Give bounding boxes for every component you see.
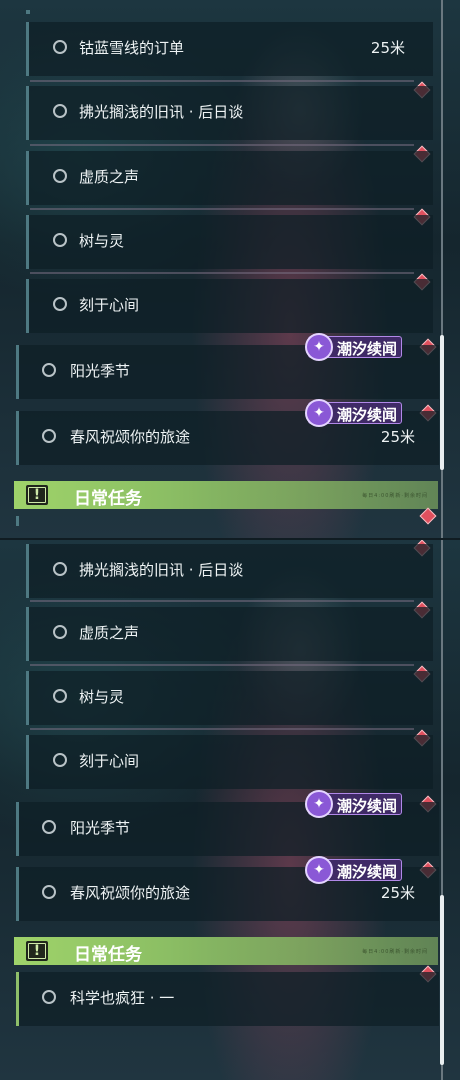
daily-refresh-note: 每日4:00刷新·剩余时间	[362, 949, 428, 955]
row-separator	[30, 144, 414, 146]
quest-title: 阳光季节	[70, 362, 131, 380]
quest-status-circle-icon	[42, 990, 56, 1004]
quest-title: 科学也疯狂 · 一	[70, 989, 175, 1007]
quest-title: 拂光搁浅的旧讯 · 后日谈	[79, 561, 244, 579]
quest-status-circle-icon	[53, 562, 67, 576]
quest-title: 树与灵	[79, 232, 125, 250]
daily-tasks-title: 日常任务	[74, 489, 142, 509]
quest-distance: 25米	[380, 428, 415, 446]
row-separator	[30, 272, 414, 274]
quest-row[interactable]: 树与灵	[26, 215, 433, 269]
quest-title: 刻于心间	[79, 752, 140, 770]
track-marker-icon[interactable]	[419, 507, 437, 525]
quest-status-circle-icon	[42, 429, 56, 443]
scrollbar-thumb[interactable]	[440, 335, 444, 470]
daily-tasks-header[interactable]: ! 日常任务 每日4:00刷新·剩余时间	[14, 937, 438, 965]
row-separator	[30, 664, 414, 666]
alert-icon: !	[26, 485, 48, 505]
badge-label: 潮汐续闻	[337, 797, 398, 815]
quest-row[interactable]: 刻于心间	[26, 279, 433, 333]
row-separator	[30, 600, 414, 602]
quest-title: 拂光搁浅的旧讯 · 后日谈	[79, 103, 244, 121]
quest-list-panel-bottom: 拂光搁浅的旧讯 · 后日谈 虚质之声 树与灵 刻于心间 阳光季节 ✦ 潮汐续闻 …	[0, 540, 460, 1080]
daily-refresh-note: 每日4:00刷新·剩余时间	[362, 493, 428, 499]
tide-story-badge: ✦ 潮汐续闻	[305, 790, 402, 818]
badge-label: 潮汐续闻	[337, 340, 398, 358]
quest-row[interactable]: 虚质之声	[26, 151, 433, 205]
quest-status-circle-icon	[53, 689, 67, 703]
quest-row[interactable]: 科学也疯狂 · 一	[16, 972, 439, 1026]
row-separator	[30, 208, 414, 210]
tide-story-icon: ✦	[305, 333, 333, 361]
row-separator	[30, 728, 414, 730]
quest-status-circle-icon	[53, 233, 67, 247]
badge-label: 潮汐续闻	[337, 863, 398, 881]
tide-story-icon: ✦	[305, 790, 333, 818]
quest-distance: 25米	[370, 39, 405, 57]
badge-label: 潮汐续闻	[337, 406, 398, 424]
row-edge	[26, 10, 30, 14]
quest-title: 树与灵	[79, 688, 125, 706]
quest-row[interactable]: 拂光搁浅的旧讯 · 后日谈	[26, 86, 433, 140]
tide-story-badge: ✦ 潮汐续闻	[305, 856, 402, 884]
tide-story-icon: ✦	[305, 856, 333, 884]
quest-title: 刻于心间	[79, 296, 140, 314]
quest-status-circle-icon	[53, 753, 67, 767]
row-edge	[16, 516, 19, 526]
daily-tasks-header[interactable]: ! 日常任务 每日4:00刷新·剩余时间	[14, 481, 438, 509]
quest-distance: 25米	[380, 884, 415, 902]
quest-title: 虚质之声	[79, 168, 140, 186]
quest-row[interactable]: 拂光搁浅的旧讯 · 后日谈	[26, 544, 433, 598]
quest-status-circle-icon	[42, 363, 56, 377]
quest-status-circle-icon	[42, 820, 56, 834]
quest-title: 春风祝颂你的旅途	[70, 884, 191, 902]
quest-title: 虚质之声	[79, 624, 140, 642]
quest-status-circle-icon	[53, 297, 67, 311]
quest-status-circle-icon	[53, 169, 67, 183]
quest-status-circle-icon	[53, 104, 67, 118]
quest-title: 春风祝颂你的旅途	[70, 428, 191, 446]
quest-status-circle-icon	[53, 625, 67, 639]
daily-tasks-title: 日常任务	[74, 945, 142, 965]
quest-row[interactable]: 树与灵	[26, 671, 433, 725]
tide-story-icon: ✦	[305, 399, 333, 427]
quest-row[interactable]: 刻于心间	[26, 735, 433, 789]
quest-row[interactable]: 钴蓝雪线的订单 25米	[26, 22, 433, 76]
quest-row[interactable]: 虚质之声	[26, 607, 433, 661]
quest-status-circle-icon	[53, 40, 67, 54]
row-separator	[30, 80, 414, 82]
quest-title: 钴蓝雪线的订单	[79, 39, 185, 57]
tide-story-badge: ✦ 潮汐续闻	[305, 399, 402, 427]
quest-status-circle-icon	[42, 885, 56, 899]
scrollbar-thumb[interactable]	[440, 895, 444, 1065]
quest-title: 阳光季节	[70, 819, 131, 837]
quest-list-panel-top: 钴蓝雪线的订单 25米 拂光搁浅的旧讯 · 后日谈 虚质之声 树与灵 刻于心间 …	[0, 0, 460, 540]
alert-icon: !	[26, 941, 48, 961]
tide-story-badge: ✦ 潮汐续闻	[305, 333, 402, 361]
